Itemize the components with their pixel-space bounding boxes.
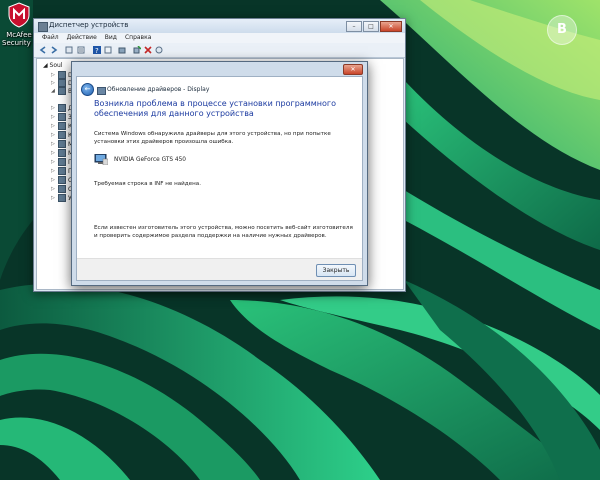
mcafee-label-line2: Security Sc...	[2, 39, 48, 47]
menu-help[interactable]: Справка	[125, 33, 151, 43]
properties-icon[interactable]	[77, 46, 85, 54]
menu-action[interactable]: Действие	[67, 33, 97, 43]
tree-item[interactable]: ▷К	[51, 131, 72, 139]
dialog-body: ← Обновление драйверов - Display Возникл…	[76, 76, 363, 281]
manufacturer-hint: Если известен изготовитель этого устройс…	[94, 225, 353, 239]
menu-bar: Файл Действие Вид Справка	[34, 33, 405, 43]
back-arrow-icon[interactable]: ←	[81, 83, 94, 96]
details-icon[interactable]	[104, 46, 112, 54]
forward-arrow-icon[interactable]	[50, 46, 58, 54]
mcafee-label-line1: McAfee	[6, 31, 32, 39]
tree-item[interactable]: ▷М	[51, 140, 73, 148]
tree-item[interactable]: ▷П	[51, 167, 73, 175]
tree-item[interactable]: ▷D	[51, 71, 73, 79]
svg-text:?: ?	[95, 47, 99, 54]
tree-item[interactable]: ▷ З	[51, 113, 72, 121]
display-adapter-icon	[94, 154, 108, 165]
tree-item[interactable]: ▷D	[51, 79, 73, 87]
error-message: Требуемая строка в INF не найдена.	[94, 181, 201, 187]
device-name: NVIDIA GeForce GTS 450	[114, 156, 186, 163]
tree-item[interactable]: ▷П	[51, 158, 73, 166]
back-arrow-icon[interactable]	[39, 46, 47, 54]
problem-description: Система Windows обнаружила драйверы для …	[94, 131, 331, 145]
uninstall-icon[interactable]	[144, 46, 152, 54]
dialog-header: ← Обновление драйверов - Display	[77, 77, 362, 99]
tree-item[interactable]: ▷С	[51, 176, 72, 184]
device-icon	[97, 87, 106, 95]
mcafee-desktop-icon[interactable]: McAfee Security Sc...	[2, 2, 48, 47]
tree-item[interactable]: ▷С	[51, 185, 72, 193]
computer-icon	[38, 22, 48, 32]
mcafee-shield-icon	[8, 2, 30, 28]
window-title: Диспетчер устройств	[49, 21, 129, 29]
enable-device-icon[interactable]	[155, 46, 163, 54]
update-driver-icon[interactable]	[133, 46, 141, 54]
help-icon[interactable]: ?	[93, 46, 101, 54]
device-row: NVIDIA GeForce GTS 450	[94, 154, 186, 165]
menu-view[interactable]: Вид	[105, 33, 117, 43]
tree-root[interactable]: ◢ Soul	[43, 62, 62, 69]
driver-update-dialog: ✕ ← Обновление драйверов - Display Возни…	[71, 61, 368, 286]
maximize-button[interactable]: □	[363, 21, 379, 32]
toolbar: ?	[34, 43, 405, 58]
scan-hardware-icon[interactable]	[118, 46, 126, 54]
close-button[interactable]: Закрыть	[316, 264, 356, 277]
desktop-gadget[interactable]: B	[547, 15, 577, 45]
close-window-button[interactable]: ✕	[380, 21, 402, 32]
tree-item[interactable]: ▷Д	[51, 104, 73, 112]
tree-item[interactable]: ▷К	[51, 122, 72, 130]
problem-heading: Возникла проблема в процессе установки п…	[94, 99, 336, 118]
tree-item[interactable]: ◢B	[51, 87, 72, 95]
device-manager-titlebar[interactable]: Диспетчер устройств – □ ✕	[34, 19, 405, 33]
dialog-close-x-button[interactable]: ✕	[343, 64, 363, 75]
menu-file[interactable]: Файл	[42, 33, 59, 43]
dialog-titlebar[interactable]: ✕	[72, 62, 367, 76]
dialog-footer: Закрыть	[77, 258, 362, 280]
tree-view-icon[interactable]	[65, 46, 73, 54]
minimize-button[interactable]: –	[346, 21, 362, 32]
dialog-title: Обновление драйверов - Display	[107, 86, 210, 93]
tree-item[interactable]: ▷М	[51, 149, 73, 157]
tree-item[interactable]: ▷ У	[51, 194, 72, 202]
